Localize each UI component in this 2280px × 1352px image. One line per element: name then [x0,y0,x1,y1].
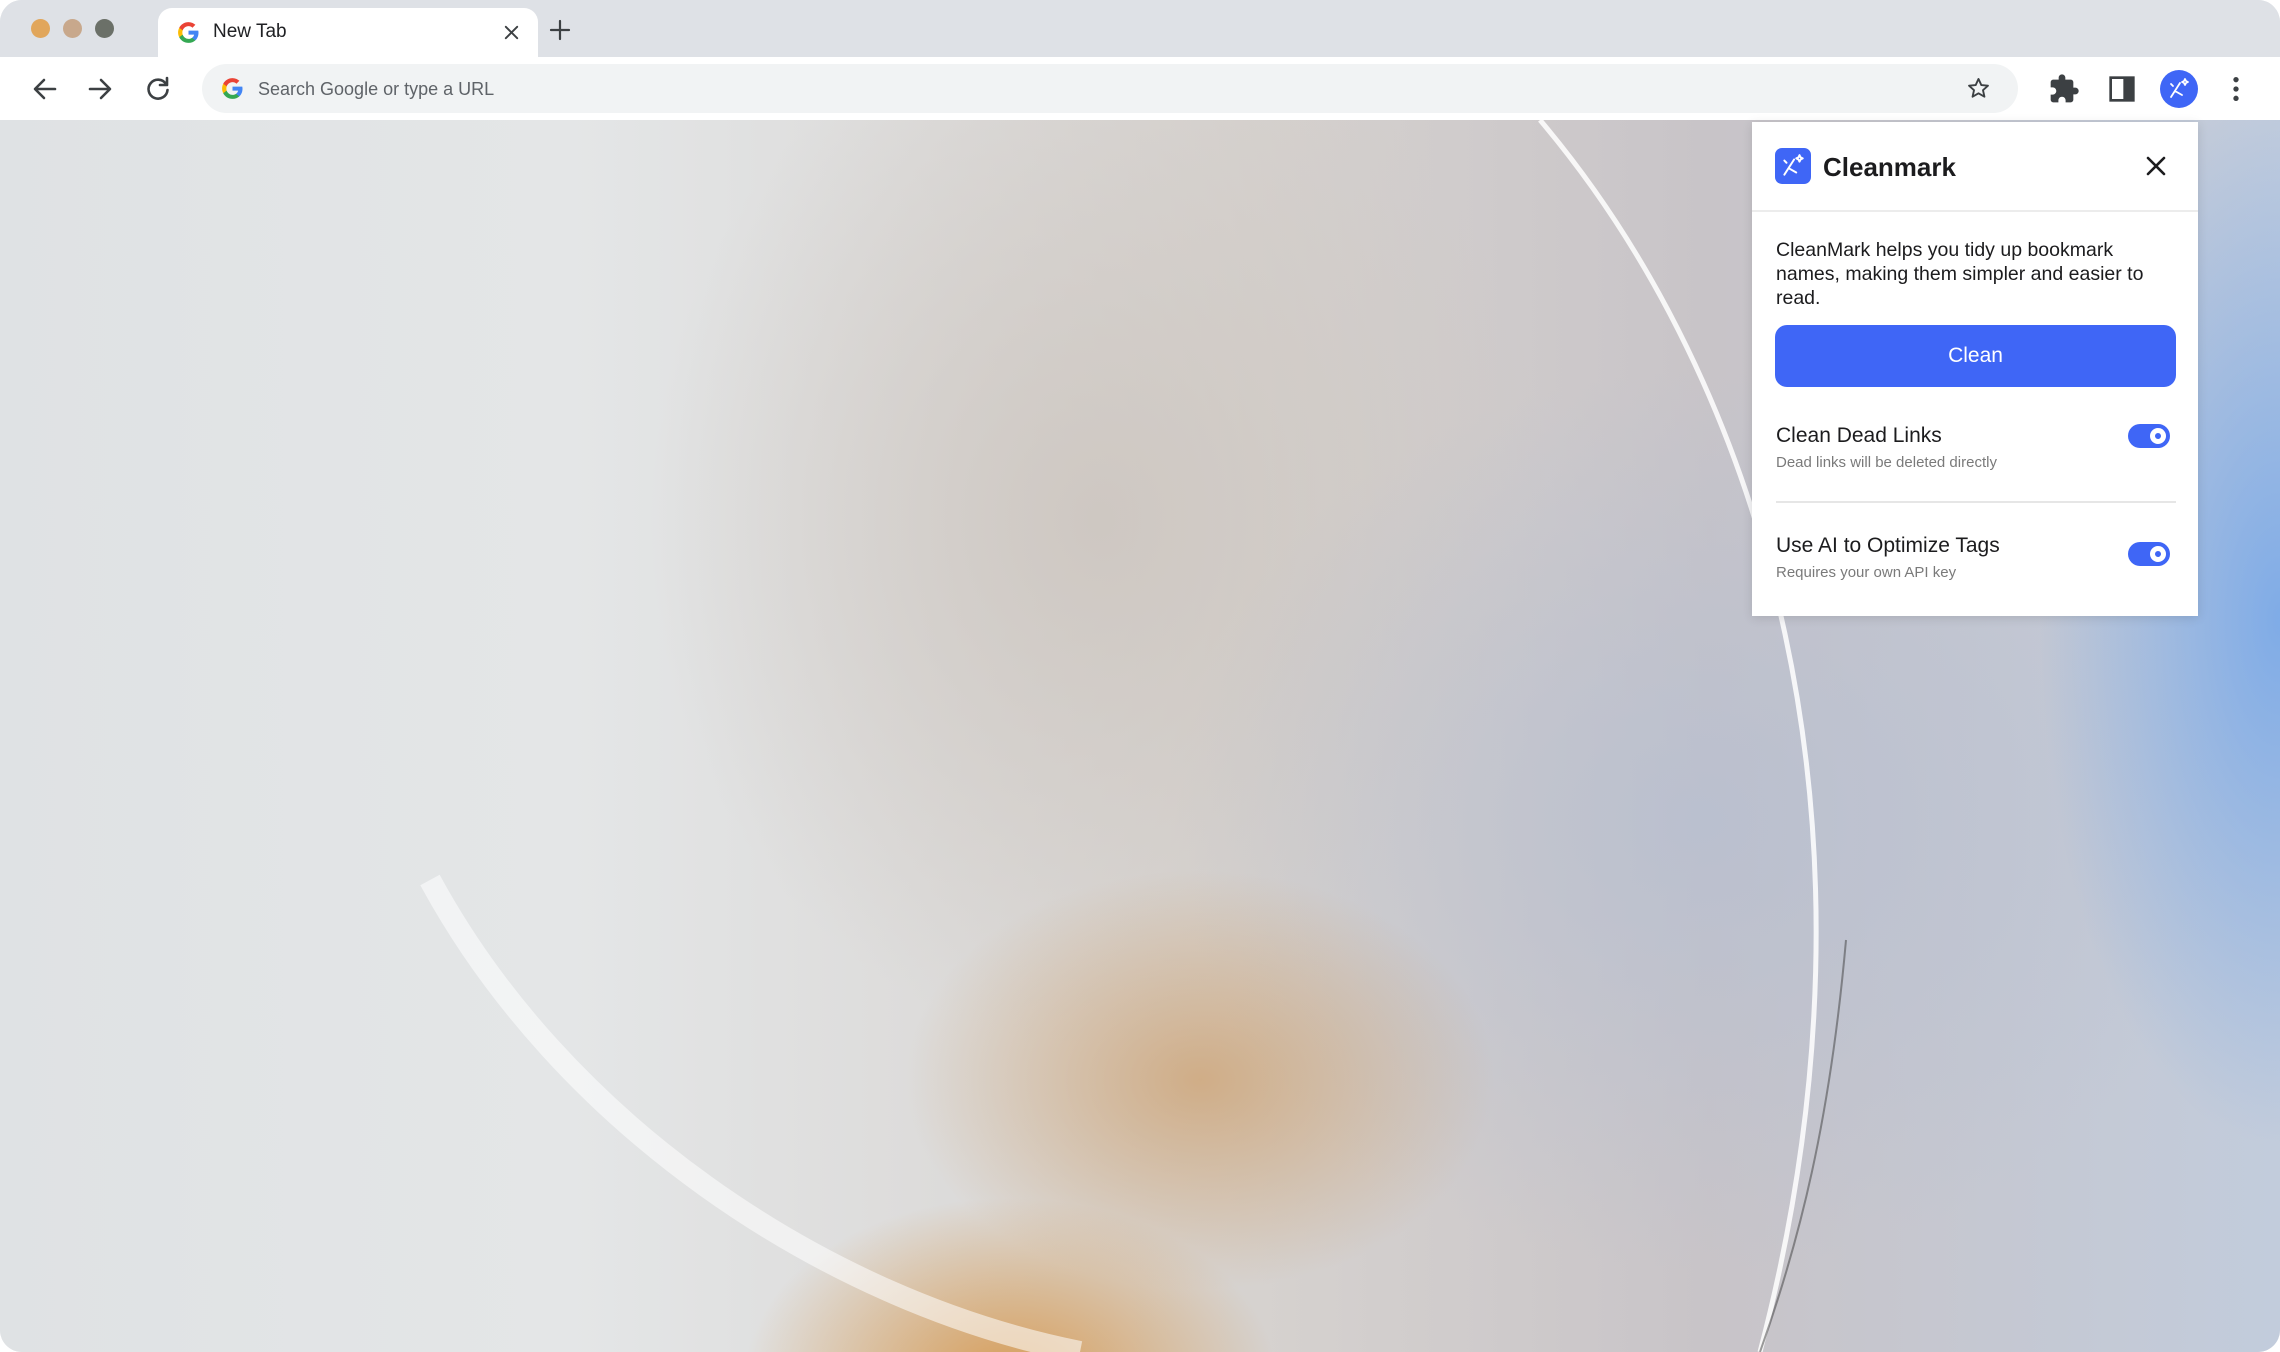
google-g-icon [222,78,243,99]
cleanmark-logo-icon [1775,148,1811,184]
browser-window: New Tab Search Google or type a URL Clea… [0,0,2280,1352]
window-close-button[interactable] [31,19,50,38]
setting-title: Use AI to Optimize Tags [1776,534,2000,557]
tab-title: New Tab [213,21,287,42]
extensions-puzzle-icon[interactable] [2048,73,2080,105]
new-tab-plus-icon[interactable] [548,18,572,42]
address-bar[interactable] [202,64,2018,115]
bookmark-star-icon[interactable] [1966,76,1991,101]
use-ai-optimize-tags-toggle[interactable] [2128,542,2170,566]
setting-subtitle: Dead links will be deleted directly [1776,454,1997,471]
google-g-icon [178,22,199,43]
reload-icon[interactable] [143,74,173,104]
tab-close-icon[interactable] [502,23,521,42]
clean-button[interactable]: Clean [1775,325,2176,387]
cleanmark-extension-popup: Cleanmark CleanMark helps you tidy up bo… [1752,122,2198,616]
window-minimize-button[interactable] [63,19,82,38]
popup-header: Cleanmark [1752,122,2198,212]
setting-title: Clean Dead Links [1776,424,1942,447]
tab-strip: New Tab [0,0,2280,57]
window-zoom-button[interactable] [95,19,114,38]
tab-new-tab[interactable]: New Tab [158,8,538,57]
more-menu-icon[interactable] [2220,73,2252,105]
clean-dead-links-toggle[interactable] [2128,424,2170,448]
side-panel-icon[interactable] [2106,73,2138,105]
profile-avatar[interactable] [2160,70,2198,108]
forward-icon[interactable] [85,74,115,104]
divider [1776,501,2176,503]
browser-toolbar [0,57,2280,120]
popup-title: Cleanmark [1823,152,1956,182]
cleanmark-icon [2170,78,2189,98]
close-icon[interactable] [2145,155,2167,177]
back-icon[interactable] [30,74,60,104]
setting-subtitle: Requires your own API key [1776,564,1957,581]
search-input[interactable] [256,64,1920,115]
popup-description: CleanMark helps you tidy up bookmark nam… [1776,239,2144,309]
